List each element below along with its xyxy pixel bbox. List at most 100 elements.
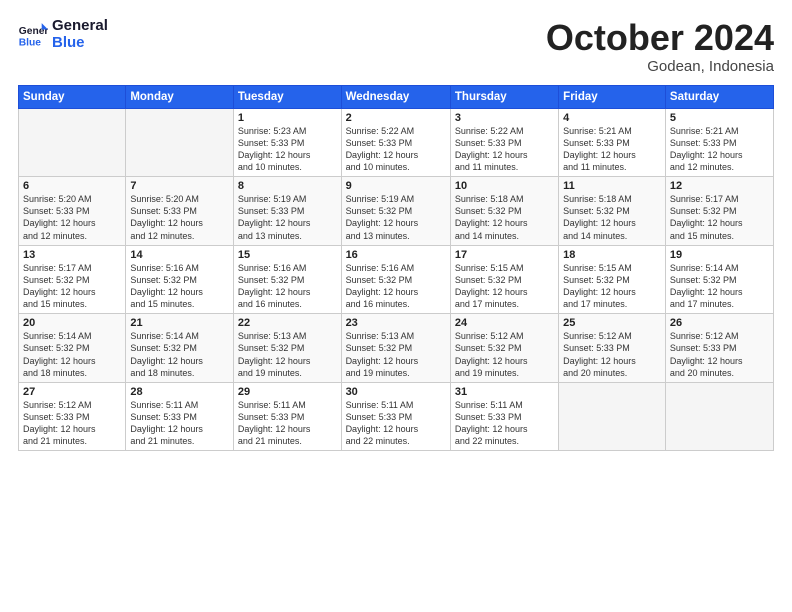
- day-number: 1: [238, 112, 337, 124]
- day-number: 25: [563, 317, 661, 329]
- calendar-cell: 3Sunrise: 5:22 AMSunset: 5:33 PMDaylight…: [450, 108, 558, 177]
- day-info: Sunrise: 5:19 AMSunset: 5:33 PMDaylight:…: [238, 193, 337, 242]
- col-header-monday: Monday: [126, 85, 234, 108]
- week-row-3: 13Sunrise: 5:17 AMSunset: 5:32 PMDayligh…: [19, 245, 774, 314]
- day-number: 29: [238, 386, 337, 398]
- day-number: 5: [670, 112, 769, 124]
- month-title: October 2024: [546, 18, 774, 58]
- logo-general: General: [52, 18, 108, 35]
- day-info: Sunrise: 5:22 AMSunset: 5:33 PMDaylight:…: [346, 125, 446, 174]
- calendar-cell: 25Sunrise: 5:12 AMSunset: 5:33 PMDayligh…: [559, 314, 666, 383]
- day-info: Sunrise: 5:16 AMSunset: 5:32 PMDaylight:…: [130, 262, 229, 311]
- page: General Blue General Blue October 2024 G…: [0, 0, 792, 612]
- logo: General Blue General Blue: [18, 18, 108, 51]
- day-info: Sunrise: 5:13 AMSunset: 5:32 PMDaylight:…: [238, 330, 337, 379]
- day-info: Sunrise: 5:12 AMSunset: 5:33 PMDaylight:…: [670, 330, 769, 379]
- calendar-cell: 12Sunrise: 5:17 AMSunset: 5:32 PMDayligh…: [665, 177, 773, 246]
- header: General Blue General Blue October 2024 G…: [18, 18, 774, 75]
- calendar-cell: 15Sunrise: 5:16 AMSunset: 5:32 PMDayligh…: [233, 245, 341, 314]
- col-header-wednesday: Wednesday: [341, 85, 450, 108]
- day-info: Sunrise: 5:12 AMSunset: 5:32 PMDaylight:…: [455, 330, 554, 379]
- calendar-cell: 22Sunrise: 5:13 AMSunset: 5:32 PMDayligh…: [233, 314, 341, 383]
- calendar-cell: 21Sunrise: 5:14 AMSunset: 5:32 PMDayligh…: [126, 314, 234, 383]
- day-number: 13: [23, 249, 121, 261]
- col-header-sunday: Sunday: [19, 85, 126, 108]
- calendar-cell: 28Sunrise: 5:11 AMSunset: 5:33 PMDayligh…: [126, 382, 234, 451]
- calendar-cell: 20Sunrise: 5:14 AMSunset: 5:32 PMDayligh…: [19, 314, 126, 383]
- calendar-cell: 23Sunrise: 5:13 AMSunset: 5:32 PMDayligh…: [341, 314, 450, 383]
- svg-text:Blue: Blue: [19, 37, 42, 48]
- calendar-header-row: SundayMondayTuesdayWednesdayThursdayFrid…: [19, 85, 774, 108]
- day-info: Sunrise: 5:22 AMSunset: 5:33 PMDaylight:…: [455, 125, 554, 174]
- col-header-saturday: Saturday: [665, 85, 773, 108]
- calendar-cell: 19Sunrise: 5:14 AMSunset: 5:32 PMDayligh…: [665, 245, 773, 314]
- calendar-cell: 24Sunrise: 5:12 AMSunset: 5:32 PMDayligh…: [450, 314, 558, 383]
- day-info: Sunrise: 5:16 AMSunset: 5:32 PMDaylight:…: [346, 262, 446, 311]
- calendar-cell: 31Sunrise: 5:11 AMSunset: 5:33 PMDayligh…: [450, 382, 558, 451]
- day-number: 2: [346, 112, 446, 124]
- calendar-cell: 5Sunrise: 5:21 AMSunset: 5:33 PMDaylight…: [665, 108, 773, 177]
- day-info: Sunrise: 5:23 AMSunset: 5:33 PMDaylight:…: [238, 125, 337, 174]
- calendar-cell: 14Sunrise: 5:16 AMSunset: 5:32 PMDayligh…: [126, 245, 234, 314]
- day-info: Sunrise: 5:14 AMSunset: 5:32 PMDaylight:…: [670, 262, 769, 311]
- day-info: Sunrise: 5:18 AMSunset: 5:32 PMDaylight:…: [563, 193, 661, 242]
- day-number: 10: [455, 180, 554, 192]
- day-number: 31: [455, 386, 554, 398]
- calendar-cell: [19, 108, 126, 177]
- day-info: Sunrise: 5:16 AMSunset: 5:32 PMDaylight:…: [238, 262, 337, 311]
- day-info: Sunrise: 5:21 AMSunset: 5:33 PMDaylight:…: [670, 125, 769, 174]
- calendar-cell: 10Sunrise: 5:18 AMSunset: 5:32 PMDayligh…: [450, 177, 558, 246]
- day-info: Sunrise: 5:14 AMSunset: 5:32 PMDaylight:…: [23, 330, 121, 379]
- day-info: Sunrise: 5:18 AMSunset: 5:32 PMDaylight:…: [455, 193, 554, 242]
- calendar-cell: 17Sunrise: 5:15 AMSunset: 5:32 PMDayligh…: [450, 245, 558, 314]
- day-info: Sunrise: 5:17 AMSunset: 5:32 PMDaylight:…: [23, 262, 121, 311]
- day-number: 27: [23, 386, 121, 398]
- location: Godean, Indonesia: [546, 58, 774, 75]
- calendar-cell: 9Sunrise: 5:19 AMSunset: 5:32 PMDaylight…: [341, 177, 450, 246]
- day-number: 17: [455, 249, 554, 261]
- day-number: 18: [563, 249, 661, 261]
- day-info: Sunrise: 5:21 AMSunset: 5:33 PMDaylight:…: [563, 125, 661, 174]
- day-number: 4: [563, 112, 661, 124]
- col-header-friday: Friday: [559, 85, 666, 108]
- day-info: Sunrise: 5:20 AMSunset: 5:33 PMDaylight:…: [23, 193, 121, 242]
- day-number: 6: [23, 180, 121, 192]
- day-info: Sunrise: 5:15 AMSunset: 5:32 PMDaylight:…: [455, 262, 554, 311]
- calendar-cell: [665, 382, 773, 451]
- day-info: Sunrise: 5:11 AMSunset: 5:33 PMDaylight:…: [455, 399, 554, 448]
- calendar-cell: 18Sunrise: 5:15 AMSunset: 5:32 PMDayligh…: [559, 245, 666, 314]
- day-number: 7: [130, 180, 229, 192]
- day-number: 28: [130, 386, 229, 398]
- week-row-4: 20Sunrise: 5:14 AMSunset: 5:32 PMDayligh…: [19, 314, 774, 383]
- calendar-cell: 8Sunrise: 5:19 AMSunset: 5:33 PMDaylight…: [233, 177, 341, 246]
- day-info: Sunrise: 5:13 AMSunset: 5:32 PMDaylight:…: [346, 330, 446, 379]
- week-row-2: 6Sunrise: 5:20 AMSunset: 5:33 PMDaylight…: [19, 177, 774, 246]
- calendar-cell: 27Sunrise: 5:12 AMSunset: 5:33 PMDayligh…: [19, 382, 126, 451]
- day-number: 16: [346, 249, 446, 261]
- day-number: 15: [238, 249, 337, 261]
- day-number: 9: [346, 180, 446, 192]
- calendar-cell: 11Sunrise: 5:18 AMSunset: 5:32 PMDayligh…: [559, 177, 666, 246]
- day-number: 12: [670, 180, 769, 192]
- day-info: Sunrise: 5:12 AMSunset: 5:33 PMDaylight:…: [563, 330, 661, 379]
- day-number: 22: [238, 317, 337, 329]
- calendar-cell: 1Sunrise: 5:23 AMSunset: 5:33 PMDaylight…: [233, 108, 341, 177]
- calendar-cell: 2Sunrise: 5:22 AMSunset: 5:33 PMDaylight…: [341, 108, 450, 177]
- calendar-cell: 7Sunrise: 5:20 AMSunset: 5:33 PMDaylight…: [126, 177, 234, 246]
- day-number: 3: [455, 112, 554, 124]
- week-row-1: 1Sunrise: 5:23 AMSunset: 5:33 PMDaylight…: [19, 108, 774, 177]
- calendar-cell: 4Sunrise: 5:21 AMSunset: 5:33 PMDaylight…: [559, 108, 666, 177]
- week-row-5: 27Sunrise: 5:12 AMSunset: 5:33 PMDayligh…: [19, 382, 774, 451]
- calendar-cell: 16Sunrise: 5:16 AMSunset: 5:32 PMDayligh…: [341, 245, 450, 314]
- day-number: 30: [346, 386, 446, 398]
- calendar-cell: 29Sunrise: 5:11 AMSunset: 5:33 PMDayligh…: [233, 382, 341, 451]
- day-info: Sunrise: 5:17 AMSunset: 5:32 PMDaylight:…: [670, 193, 769, 242]
- day-number: 14: [130, 249, 229, 261]
- day-number: 11: [563, 180, 661, 192]
- day-number: 21: [130, 317, 229, 329]
- day-number: 26: [670, 317, 769, 329]
- calendar-cell: 6Sunrise: 5:20 AMSunset: 5:33 PMDaylight…: [19, 177, 126, 246]
- logo-blue: Blue: [52, 35, 108, 52]
- logo-icon: General Blue: [18, 20, 48, 50]
- day-info: Sunrise: 5:20 AMSunset: 5:33 PMDaylight:…: [130, 193, 229, 242]
